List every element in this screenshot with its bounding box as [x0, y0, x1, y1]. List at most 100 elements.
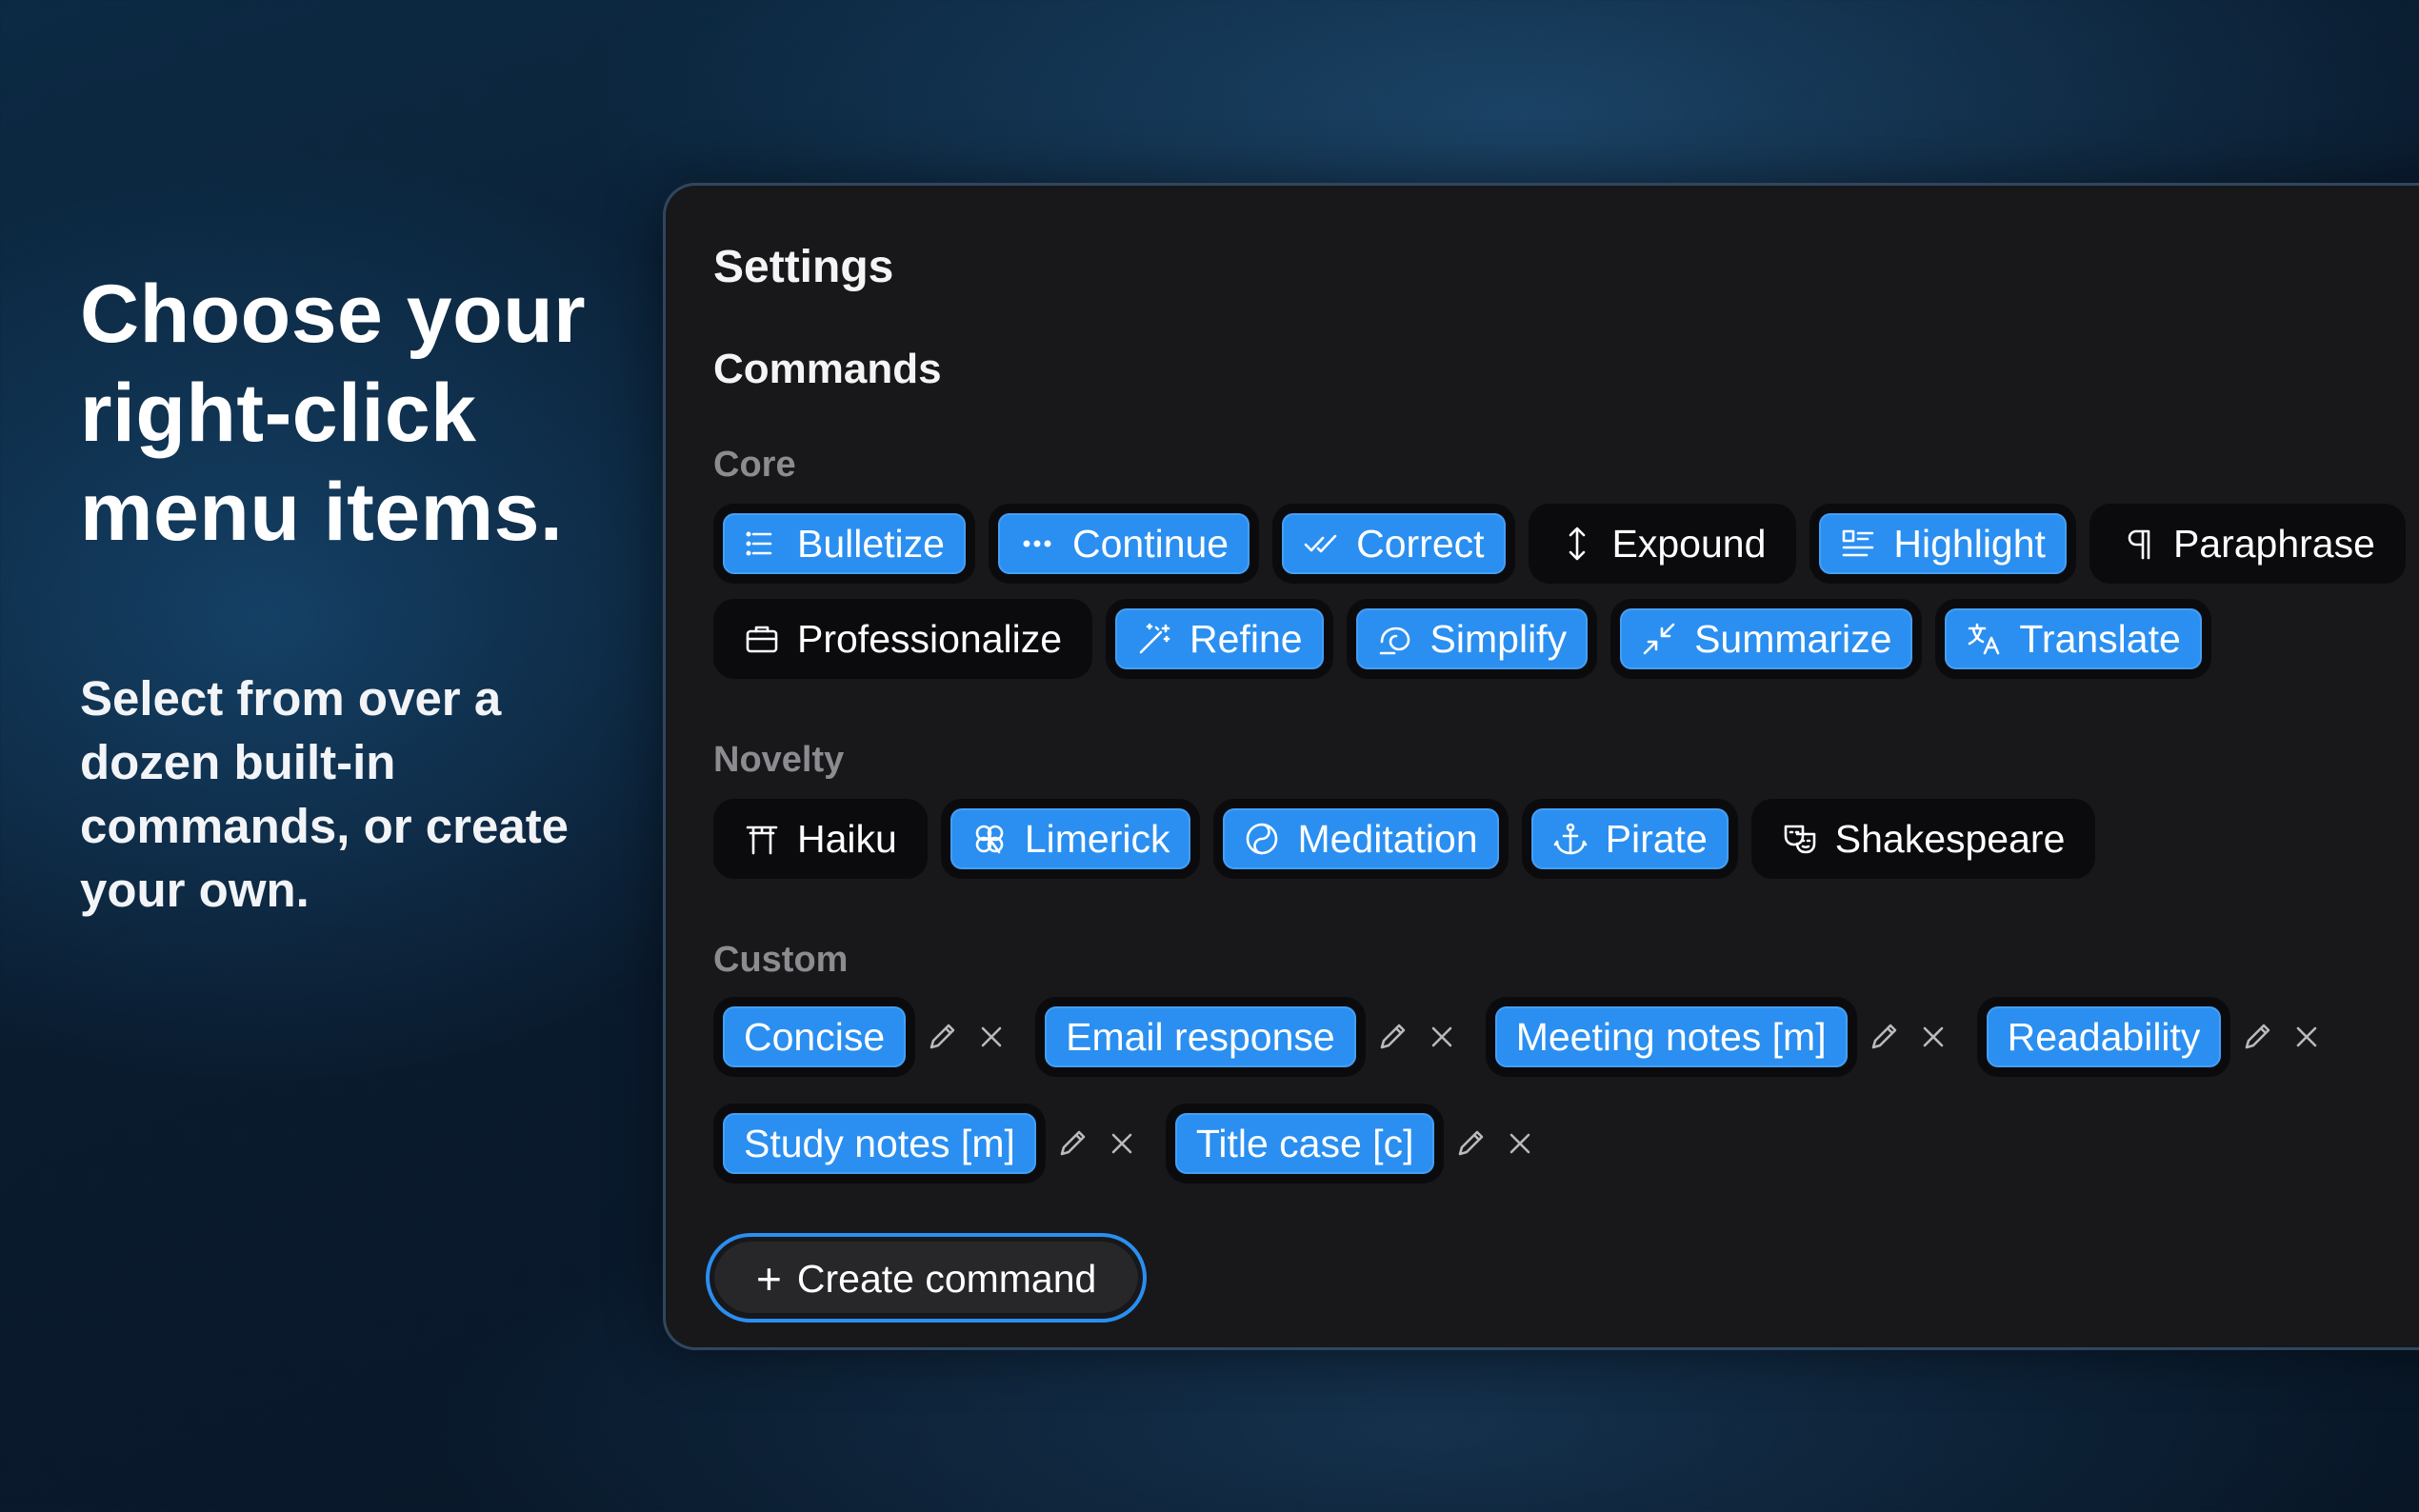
section-core: Core — [713, 445, 796, 485]
chip-inner: Study notes [m] — [723, 1113, 1036, 1174]
create-command-label: Create command — [796, 1256, 1097, 1301]
custom-concise-toggle[interactable]: Concise — [713, 997, 916, 1077]
custom-command-item: Readability — [1976, 997, 2330, 1077]
chip-label: Professionalize — [797, 616, 1063, 661]
chip-inner: Correct — [1282, 513, 1506, 574]
edit-pencil-icon[interactable] — [1861, 1014, 1907, 1060]
chip-label: Meditation — [1297, 816, 1478, 861]
chip-inner: Shakespeare — [1761, 808, 2087, 869]
chip-label: Bulletize — [797, 521, 945, 566]
core-row-2: Professionalize Refine Simplify Summarize Tr… — [713, 599, 2211, 679]
core-translate-toggle[interactable]: Translate — [1935, 599, 2211, 679]
delete-x-icon[interactable] — [1099, 1121, 1145, 1166]
core-continue-toggle[interactable]: Continue — [988, 504, 1260, 584]
core-refine-toggle[interactable]: Refine — [1106, 599, 1333, 679]
edit-pencil-icon[interactable] — [1448, 1121, 1493, 1166]
chip-inner: Meeting notes [m] — [1494, 1006, 1848, 1067]
chip-label: Highlight — [1893, 521, 2046, 566]
chip-label: Translate — [2019, 616, 2181, 661]
custom-command-item: Meeting notes [m] — [1485, 997, 1956, 1077]
custom-row-2: Study notes [m] Title case [c] — [713, 1104, 1552, 1184]
clover-icon — [971, 821, 1008, 857]
custom-readability-toggle[interactable]: Readability — [1976, 997, 2231, 1077]
chip-inner: Refine — [1115, 608, 1324, 669]
hero: Choose your right-click menu items. Sele… — [80, 265, 651, 922]
hero-headline: Choose your right-click menu items. — [80, 269, 587, 558]
chip-label: Concise — [744, 1014, 886, 1059]
core-bulletize-toggle[interactable]: Bulletize — [713, 504, 975, 584]
edit-pencil-icon[interactable] — [1369, 1014, 1415, 1060]
chip-inner: Simplify — [1355, 608, 1589, 669]
core-summarize-toggle[interactable]: Summarize — [1610, 599, 1923, 679]
commands-title: Commands — [713, 346, 942, 392]
novelty-pirate-toggle[interactable]: Pirate — [1521, 799, 1738, 879]
custom-study-notes-m-toggle[interactable]: Study notes [m] — [713, 1104, 1046, 1184]
custom-row-1: Concise Email response Meeting notes [m] Re… — [713, 997, 2339, 1077]
anchor-icon — [1552, 821, 1589, 857]
translate-icon — [1966, 621, 2002, 657]
chip-label: Expound — [1611, 521, 1767, 566]
chip-inner: Expound — [1538, 513, 1788, 574]
novelty-meditation-toggle[interactable]: Meditation — [1213, 799, 1509, 879]
novelty-limerick-toggle[interactable]: Limerick — [940, 799, 1201, 879]
list-icon — [744, 526, 780, 562]
edit-pencil-icon[interactable] — [2234, 1014, 2280, 1060]
custom-command-item: Title case [c] — [1165, 1104, 1544, 1184]
chip-label: Shakespeare — [1834, 816, 2066, 861]
core-highlight-toggle[interactable]: Highlight — [1809, 504, 2076, 584]
core-correct-toggle[interactable]: Correct — [1272, 504, 1515, 584]
chip-inner: Pirate — [1530, 808, 1729, 869]
core-professionalize-toggle[interactable]: Professionalize — [713, 599, 1093, 679]
core-simplify-toggle[interactable]: Simplify — [1346, 599, 1598, 679]
double-check-icon — [1303, 526, 1339, 562]
chip-inner: Readability — [1986, 1006, 2222, 1067]
chip-inner: Limerick — [950, 808, 1191, 869]
chip-inner: Bulletize — [723, 513, 966, 574]
novelty-shakespeare-toggle[interactable]: Shakespeare — [1750, 799, 2096, 879]
delete-x-icon[interactable] — [1497, 1121, 1543, 1166]
chip-label: Email response — [1066, 1014, 1335, 1059]
create-command-button[interactable]: + Create command — [706, 1233, 1148, 1323]
delete-x-icon[interactable] — [1419, 1014, 1465, 1060]
custom-command-item: Study notes [m] — [713, 1104, 1145, 1184]
chip-label: Summarize — [1694, 616, 1892, 661]
settings-panel: Settings Commands Core Bulletize Continue… — [663, 183, 2419, 1350]
delete-x-icon[interactable] — [1910, 1014, 1956, 1060]
delete-x-icon[interactable] — [969, 1014, 1014, 1060]
custom-meeting-notes-m-toggle[interactable]: Meeting notes [m] — [1485, 997, 1857, 1077]
chip-inner: Title case [c] — [1174, 1113, 1435, 1174]
chip-label: Title case [c] — [1195, 1121, 1414, 1165]
chip-label: Readability — [2007, 1014, 2201, 1059]
yin-yang-icon — [1244, 821, 1280, 857]
custom-email-response-toggle[interactable]: Email response — [1035, 997, 1366, 1077]
edit-pencil-icon[interactable] — [1050, 1121, 1095, 1166]
chip-label: Simplify — [1429, 616, 1568, 661]
delete-x-icon[interactable] — [2284, 1014, 2329, 1060]
custom-title-case-c-toggle[interactable]: Title case [c] — [1165, 1104, 1445, 1184]
chip-label: Limerick — [1024, 816, 1170, 861]
chip-inner: Continue — [997, 513, 1250, 574]
briefcase-icon — [744, 621, 780, 657]
chip-inner: Meditation — [1223, 808, 1499, 869]
novelty-haiku-toggle[interactable]: Haiku — [713, 799, 928, 879]
swirl-icon — [1377, 621, 1413, 657]
core-expound-toggle[interactable]: Expound — [1528, 504, 1797, 584]
chip-label: Meeting notes [m] — [1515, 1014, 1827, 1059]
custom-command-item: Concise — [713, 997, 1014, 1077]
chip-inner: Summarize — [1620, 608, 1913, 669]
chip-inner: Translate — [1945, 608, 2202, 669]
chip-inner: Email response — [1045, 1006, 1356, 1067]
core-row-1: Bulletize Continue Correct Expound Highlight… — [713, 504, 2406, 584]
chip-label: Refine — [1190, 616, 1303, 661]
chip-label: Study notes [m] — [744, 1121, 1015, 1165]
vertical-arrows-icon — [1559, 526, 1595, 562]
core-paraphrase-toggle[interactable]: Paraphrase — [2089, 504, 2406, 584]
ellipsis-icon — [1019, 526, 1055, 562]
chip-label: Paraphrase — [2172, 521, 2375, 566]
chip-label: Pirate — [1605, 816, 1708, 861]
section-custom: Custom — [713, 940, 849, 980]
section-novelty: Novelty — [713, 740, 845, 780]
chip-label: Correct — [1356, 521, 1485, 566]
chip-inner: Highlight — [1819, 513, 2067, 574]
edit-pencil-icon[interactable] — [919, 1014, 965, 1060]
